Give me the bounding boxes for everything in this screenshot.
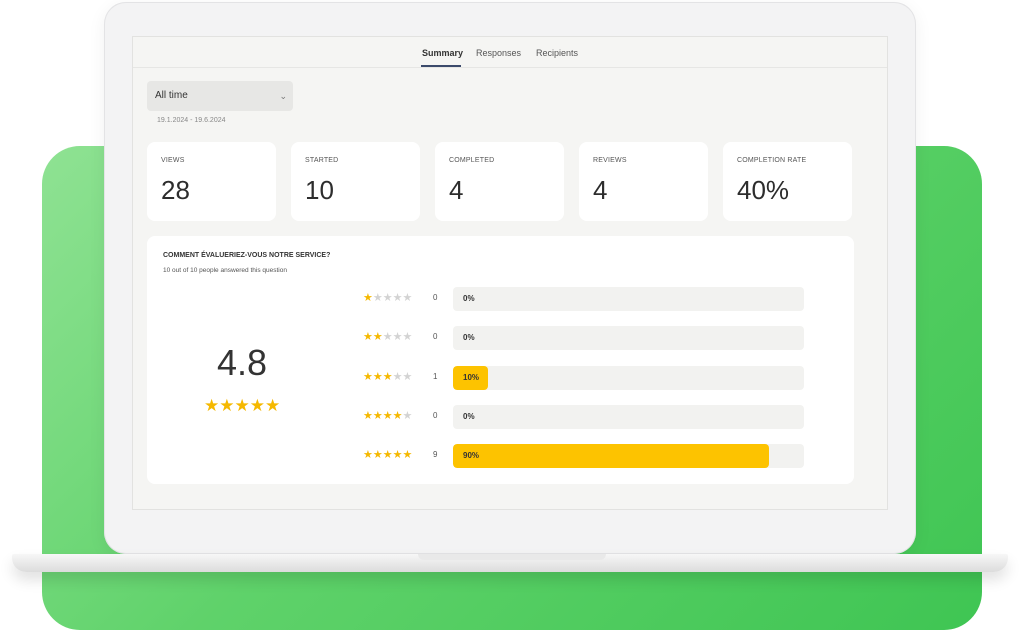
rating-row-1-stars: ★★★★★ 0 0%: [147, 287, 854, 311]
rating-row-5-stars: ★★★★★ 9 90%: [147, 444, 854, 468]
rating-bar-track: [453, 444, 804, 468]
star-icon: ★: [372, 410, 383, 422]
star-icon: ★: [372, 331, 383, 343]
rating-count: 0: [433, 332, 438, 341]
date-range-text: 19.1.2024 - 19.6.2024: [157, 117, 226, 124]
rating-bar-track: [453, 366, 804, 390]
rating-count: 9: [433, 450, 438, 459]
question-answered-count: 10 out of 10 people answered this questi…: [163, 267, 287, 274]
star-icon: ★: [363, 449, 373, 461]
stat-value: 4: [449, 175, 464, 205]
rating-bar-track: [453, 326, 804, 350]
stat-label: Completion rate: [737, 157, 807, 164]
app-screen: Summary Responses Recipients All time ⌄ …: [132, 36, 888, 510]
star-icon: ★: [382, 449, 393, 461]
stat-value: 28: [161, 175, 190, 205]
star-icon: ★: [392, 410, 403, 422]
chevron-down-icon: ⌄: [279, 91, 287, 101]
stat-card-completion-rate: Completion rate 40%: [723, 142, 852, 221]
stat-card-reviews: Reviews 4: [579, 142, 708, 221]
star-icon: ★: [402, 449, 413, 461]
stat-card-started: Started 10: [291, 142, 420, 221]
rating-row-2-stars: ★★★★★ 0 0%: [147, 326, 854, 350]
date-filter-value: All time: [155, 90, 188, 101]
rating-bar-track: [453, 405, 804, 429]
rating-stars: ★★★★★: [363, 370, 412, 383]
rating-percent: 0%: [463, 294, 475, 303]
rating-stars: ★★★★★: [363, 291, 412, 304]
rating-bar-fill: [453, 444, 769, 468]
date-filter-dropdown[interactable]: All time ⌄: [147, 81, 293, 111]
stat-card-completed: Completed 4: [435, 142, 564, 221]
star-icon: ★: [363, 292, 373, 304]
star-icon: ★: [402, 410, 413, 422]
rating-stars: ★★★★★: [363, 448, 412, 461]
star-icon: ★: [363, 331, 373, 343]
star-icon: ★: [382, 331, 393, 343]
rating-row-4-stars: ★★★★★ 0 0%: [147, 405, 854, 429]
stat-card-views: Views 28: [147, 142, 276, 221]
rating-percent: 0%: [463, 333, 475, 342]
rating-stars: ★★★★★: [363, 409, 412, 422]
star-icon: ★: [392, 371, 403, 383]
star-icon: ★: [372, 371, 383, 383]
star-icon: ★: [402, 292, 413, 304]
question-title: COMMENT ÉVALUERIEZ-VOUS NOTRE SERVICE?: [163, 252, 331, 259]
tab-bar: Summary Responses Recipients: [133, 37, 887, 68]
rating-stars: ★★★★★: [363, 330, 412, 343]
question-summary-panel: COMMENT ÉVALUERIEZ-VOUS NOTRE SERVICE? 1…: [147, 236, 854, 484]
stat-label: Started: [305, 157, 339, 164]
tab-recipients[interactable]: Recipients: [536, 48, 578, 58]
star-icon: ★: [392, 449, 403, 461]
star-icon: ★: [372, 449, 383, 461]
star-icon: ★: [402, 371, 413, 383]
stat-label: Completed: [449, 157, 495, 164]
star-icon: ★: [363, 410, 373, 422]
star-icon: ★: [392, 292, 403, 304]
rating-row-3-stars: ★★★★★ 1 10%: [147, 366, 854, 390]
star-icon: ★: [402, 331, 413, 343]
rating-bar-track: [453, 287, 804, 311]
star-icon: ★: [372, 292, 383, 304]
stat-value: 10: [305, 175, 334, 205]
rating-percent: 90%: [463, 451, 480, 460]
rating-count: 0: [433, 293, 438, 302]
rating-count: 1: [433, 372, 438, 381]
active-tab-indicator: [421, 65, 461, 67]
stat-value: 40%: [737, 175, 790, 205]
star-icon: ★: [382, 371, 393, 383]
tab-responses[interactable]: Responses: [476, 48, 521, 58]
stat-label: Reviews: [593, 157, 627, 164]
star-icon: ★: [382, 410, 393, 422]
star-icon: ★: [363, 371, 373, 383]
tab-summary[interactable]: Summary: [422, 48, 463, 58]
star-icon: ★: [392, 331, 403, 343]
star-icon: ★: [382, 292, 393, 304]
rating-percent: 10%: [463, 373, 480, 382]
rating-percent: 0%: [463, 412, 475, 421]
stat-value: 4: [593, 175, 608, 205]
laptop-notch: [418, 554, 606, 560]
stat-label: Views: [161, 157, 185, 164]
rating-count: 0: [433, 411, 438, 420]
